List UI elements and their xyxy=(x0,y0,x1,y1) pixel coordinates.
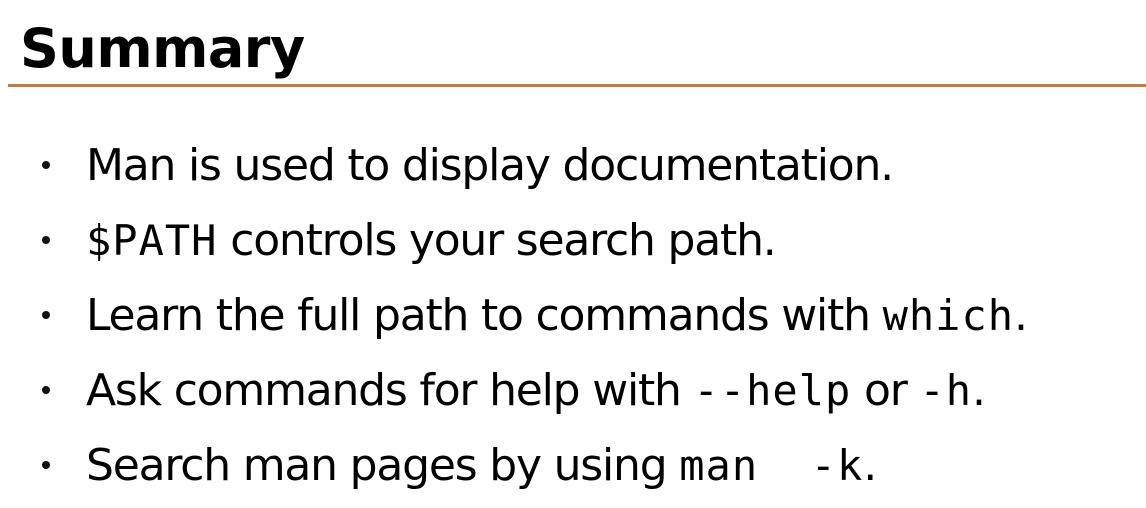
bullet-text-plain: controls your search path. xyxy=(217,215,777,266)
title-underline xyxy=(8,84,1146,87)
code-help: --help xyxy=(693,366,852,415)
code-man-k: man -k xyxy=(679,441,864,490)
bullet-text-plain: Man is used to display documentation. xyxy=(86,140,894,191)
bullet-dot-icon xyxy=(42,161,50,169)
bullet-text-mid: or xyxy=(851,365,920,416)
slide: Summary Man is used to display documenta… xyxy=(0,0,1146,508)
bullet-text-plain: Learn the full path to commands with xyxy=(86,290,883,341)
bullet-text: $PATH controls your search path. xyxy=(86,213,777,269)
page-title: Summary xyxy=(20,17,305,80)
bullet-dot-icon xyxy=(42,311,50,319)
bullet-dot-icon xyxy=(42,236,50,244)
code-which: which xyxy=(882,291,1015,340)
bullet-text-plain: Ask commands for help with xyxy=(86,365,694,416)
bullet-text-plain: Search man pages by using xyxy=(86,440,680,491)
bullet-text-end: . xyxy=(1014,290,1028,341)
bullet-text-end: . xyxy=(972,365,986,416)
code-path: $PATH xyxy=(86,216,218,265)
code-h: -h xyxy=(919,366,973,415)
bullet-text: Ask commands for help with --help or -h. xyxy=(86,363,986,419)
bullet-text: Learn the full path to commands with whi… xyxy=(86,288,1028,344)
bullet-text-end: . xyxy=(863,440,877,491)
bullet-dot-icon xyxy=(42,461,50,469)
bullet-text: Search man pages by using man -k. xyxy=(86,438,877,494)
bullet-dot-icon xyxy=(42,386,50,394)
bullet-text: Man is used to display documentation. xyxy=(86,138,894,194)
